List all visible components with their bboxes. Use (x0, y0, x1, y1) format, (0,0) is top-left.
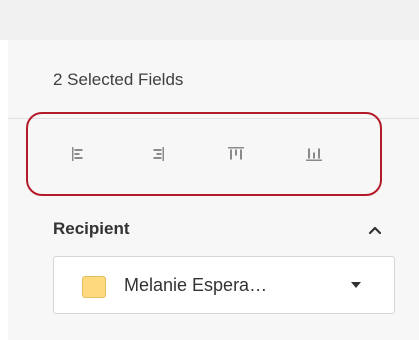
align-bottom-icon (306, 148, 322, 161)
align-right-button[interactable] (144, 140, 172, 168)
selected-fields-count: 2 Selected Fields (53, 70, 184, 89)
recipient-dropdown[interactable]: Melanie Espera… (53, 256, 395, 314)
alignment-toolbar (26, 112, 382, 196)
recipient-name: Melanie Espera… (124, 275, 268, 295)
recipient-collapse-button[interactable] (364, 220, 386, 240)
recipient-section-title: Recipient (53, 219, 130, 238)
align-left-icon (72, 147, 83, 161)
chevron-up-icon (368, 226, 382, 235)
align-right-icon (153, 147, 164, 161)
align-left-button[interactable] (64, 140, 92, 168)
top-toolbar-strip (0, 0, 419, 40)
align-bottom-button[interactable] (300, 140, 328, 168)
align-top-icon (228, 147, 244, 160)
canvas-edge (0, 40, 8, 340)
recipient-color-swatch (82, 276, 106, 298)
caret-down-icon (351, 282, 361, 288)
align-top-button[interactable] (222, 140, 250, 168)
